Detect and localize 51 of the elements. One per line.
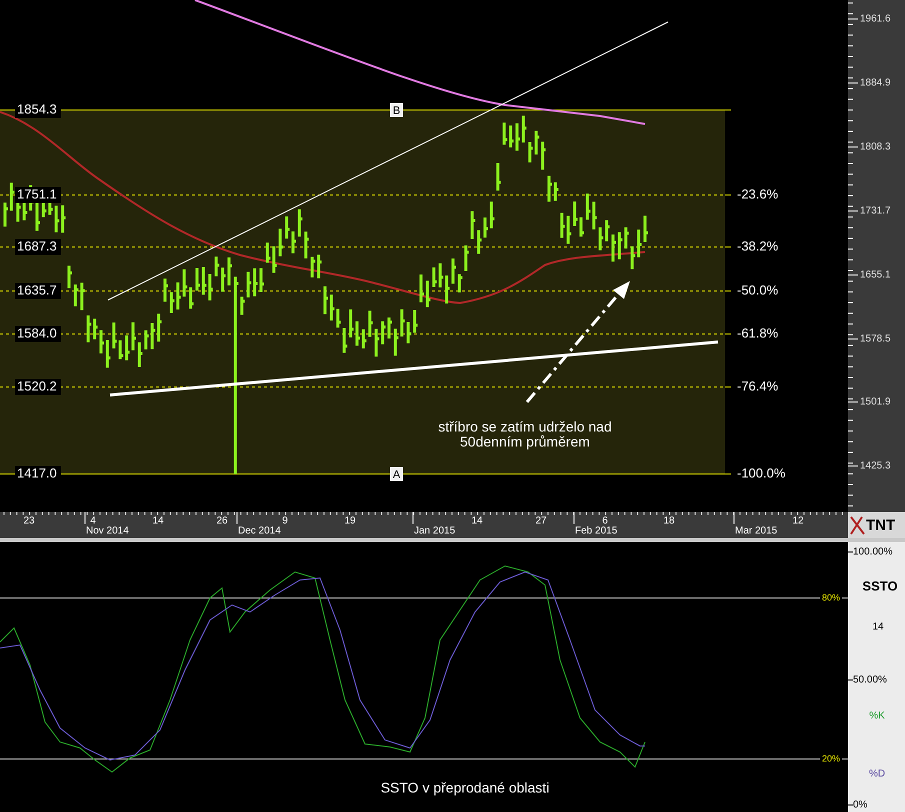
date-label: 14 bbox=[152, 516, 164, 527]
price-axis-label: 1884.9 bbox=[860, 78, 891, 89]
price-axis-label: 1578.5 bbox=[860, 334, 891, 345]
fibonacci-price-label: 1635.7 bbox=[15, 282, 61, 299]
month-label: Dec 2014 bbox=[238, 526, 281, 537]
d-line-legend: %D bbox=[868, 768, 886, 780]
month-label: Feb 2015 bbox=[575, 526, 618, 537]
fibonacci-percent-label: -100.0% bbox=[737, 465, 786, 480]
fibonacci-price-label: 1584.0 bbox=[15, 325, 61, 342]
annotation-text: 50denním průměrem bbox=[460, 434, 590, 450]
fibonacci-price-label: 1520.2 bbox=[15, 378, 61, 395]
date-label: 14 bbox=[471, 516, 483, 527]
date-label: 23 bbox=[23, 516, 35, 527]
price-axis-label: 1961.6 bbox=[860, 14, 891, 25]
month-label: Mar 2015 bbox=[735, 526, 778, 537]
logo-mark-icon bbox=[850, 516, 865, 535]
fibonacci-percent-label: -38.2% bbox=[737, 238, 778, 254]
indicator-title: SSTO bbox=[862, 578, 898, 594]
fibonacci-point-label: A bbox=[390, 467, 403, 481]
k-line-legend: %K bbox=[869, 710, 885, 722]
annotation-text: stříbro se zatím udrželo nad bbox=[438, 418, 612, 435]
chart-caption: SSTO v přeprodané oblasti bbox=[380, 780, 550, 796]
date-label: 26 bbox=[216, 516, 228, 527]
month-label: Nov 2014 bbox=[86, 526, 129, 537]
oscillator-scale-label: 50.00% bbox=[853, 674, 887, 686]
date-label: 12 bbox=[792, 516, 804, 527]
fibonacci-percent-label: -50.0% bbox=[737, 282, 778, 298]
logo-text: TNT bbox=[866, 516, 896, 534]
month-label: Jan 2015 bbox=[414, 526, 456, 537]
date-label: 27 bbox=[535, 516, 547, 527]
fibonacci-price-label: 1854.3 bbox=[15, 101, 61, 118]
date-label: 6 bbox=[602, 516, 608, 527]
fibonacci-point-label: B bbox=[390, 103, 403, 117]
price-axis-label: 1731.7 bbox=[860, 206, 891, 217]
fibonacci-percent-label: -23.6% bbox=[737, 186, 778, 202]
fibonacci-price-label: 1751.1 bbox=[15, 186, 61, 203]
date-label: 19 bbox=[344, 516, 356, 527]
date-label: 4 bbox=[90, 516, 96, 527]
fibonacci-price-label: 1687.3 bbox=[15, 238, 61, 255]
price-axis-label: 1501.9 bbox=[860, 396, 891, 408]
fibonacci-percent-label: -61.8% bbox=[737, 325, 778, 340]
date-label: 9 bbox=[282, 516, 288, 527]
price-axis-label: 1425.3 bbox=[860, 460, 891, 472]
oscillator-scale-label: 0% bbox=[853, 800, 868, 811]
fibonacci-percent-label: -76.4% bbox=[737, 378, 778, 394]
price-axis-label: 1655.1 bbox=[860, 270, 891, 281]
indicator-period: 14 bbox=[872, 622, 884, 633]
date-label: 18 bbox=[663, 516, 675, 527]
oscillator-scale-label: 100.00% bbox=[853, 546, 892, 558]
oscillator-level-label: 80% bbox=[820, 592, 842, 604]
price-axis-label: 1808.3 bbox=[860, 142, 891, 153]
